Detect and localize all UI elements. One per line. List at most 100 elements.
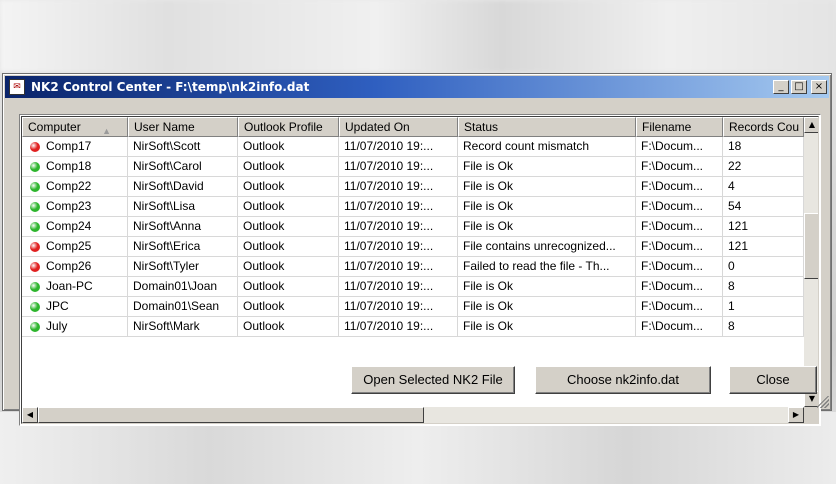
column-header-status[interactable]: Status [458,117,636,137]
cell-computer: Comp22 [22,177,128,196]
table-row[interactable]: Comp25 NirSoft\Erica Outlook 11/07/2010 19:… [22,237,804,257]
status-dot-icon [30,161,40,172]
cell-computer: Comp25 [22,237,128,256]
close-button[interactable]: Close [729,366,817,394]
computer-name: Comp18 [46,159,92,173]
cell-records-count: 54 [723,197,804,216]
cell-computer: Joan-PC [22,277,128,296]
cell-records-count: 22 [723,157,804,176]
column-header-filename[interactable]: Filename [636,117,723,137]
resize-grip-icon[interactable] [817,396,829,408]
cell-filename: F:\Docum... [636,197,723,216]
cell-status: File is Ok [458,217,636,236]
scroll-up-icon[interactable]: ▲ [804,117,818,133]
close-window-button[interactable]: × [811,80,827,94]
cell-outlook-profile: Outlook [238,257,339,276]
status-dot-icon [30,221,40,232]
scroll-right-icon[interactable]: ▶ [788,407,804,423]
cell-updated-on: 11/07/2010 19:... [339,317,458,336]
cell-outlook-profile: Outlook [238,177,339,196]
scrollbar-corner [804,407,818,423]
cell-records-count: 8 [723,317,804,336]
cell-status: File is Ok [458,157,636,176]
computer-name: Comp22 [46,179,92,193]
column-header-computer[interactable]: Computer ▲ [22,117,128,137]
cell-filename: F:\Docum... [636,277,723,296]
minimize-button[interactable]: _ [773,80,789,94]
cell-status: File is Ok [458,297,636,316]
vertical-scrollbar[interactable]: ▲ ▼ [804,117,818,407]
cell-user-name: Domain01\Joan [128,277,238,296]
status-dot-icon [30,141,40,152]
cell-filename: F:\Docum... [636,237,723,256]
table-row[interactable]: Comp23 NirSoft\Lisa Outlook 11/07/2010 19:.… [22,197,804,217]
column-header-records-count[interactable]: Records Cou [723,117,804,137]
table-row[interactable]: Comp17 NirSoft\Scott Outlook 11/07/2010 19:… [22,137,804,157]
cell-user-name: NirSoft\Carol [128,157,238,176]
cell-user-name: NirSoft\David [128,177,238,196]
cell-status: Failed to read the file - Th... [458,257,636,276]
cell-user-name: NirSoft\Scott [128,137,238,156]
table-row[interactable]: JPC Domain01\Sean Outlook 11/07/2010 19:...… [22,297,804,317]
cell-user-name: NirSoft\Mark [128,317,238,336]
horizontal-scrollbar[interactable]: ◀ ▶ [22,407,804,423]
cell-status: File is Ok [458,177,636,196]
vertical-scroll-thumb[interactable] [804,213,818,279]
column-header-outlook-profile[interactable]: Outlook Profile [238,117,339,137]
horizontal-scroll-thumb[interactable] [38,407,424,423]
computer-name: JPC [46,299,69,313]
status-dot-icon [30,321,40,332]
table-row[interactable]: Comp24 NirSoft\Anna Outlook 11/07/2010 19:.… [22,217,804,237]
cell-records-count: 0 [723,257,804,276]
table-row[interactable]: Comp18 NirSoft\Carol Outlook 11/07/2010 19:… [22,157,804,177]
cell-user-name: Domain01\Sean [128,297,238,316]
cell-records-count: 121 [723,237,804,256]
cell-status: File is Ok [458,317,636,336]
cell-outlook-profile: Outlook [238,317,339,336]
status-dot-icon [30,201,40,212]
sort-ascending-icon: ▲ [102,126,111,136]
table-row[interactable]: July NirSoft\Mark Outlook 11/07/2010 19:...… [22,317,804,337]
cell-computer: July [22,317,128,336]
list-rows: Comp17 NirSoft\Scott Outlook 11/07/2010 19:… [22,137,804,337]
status-dot-icon [30,281,40,292]
computer-name: Comp23 [46,199,92,213]
cell-outlook-profile: Outlook [238,237,339,256]
status-dot-icon [30,301,40,312]
status-dot-icon [30,241,40,252]
cell-filename: F:\Docum... [636,257,723,276]
scroll-left-icon[interactable]: ◀ [22,407,38,423]
cell-outlook-profile: Outlook [238,137,339,156]
table-row[interactable]: Comp26 NirSoft\Tyler Outlook 11/07/2010 19:… [22,257,804,277]
computer-name: July [46,319,68,333]
title-bar[interactable]: ✉ NK2 Control Center - F:\temp\nk2info.d… [5,76,829,98]
cell-computer: JPC [22,297,128,316]
cell-user-name: NirSoft\Tyler [128,257,238,276]
open-selected-nk2-file-button[interactable]: Open Selected NK2 File [351,366,515,394]
list-header: Computer ▲ User Name Outlook Profile Upd… [22,117,804,137]
table-row[interactable]: Joan-PC Domain01\Joan Outlook 11/07/2010 19… [22,277,804,297]
cell-records-count: 4 [723,177,804,196]
cell-updated-on: 11/07/2010 19:... [339,217,458,236]
computer-name: Joan-PC [46,279,93,293]
cell-user-name: NirSoft\Anna [128,217,238,236]
cell-computer: Comp17 [22,137,128,156]
cell-outlook-profile: Outlook [238,277,339,296]
cell-updated-on: 11/07/2010 19:... [339,137,458,156]
cell-filename: F:\Docum... [636,317,723,336]
column-header-user-name[interactable]: User Name [128,117,238,137]
computer-name: Comp17 [46,139,92,153]
column-header-updated-on[interactable]: Updated On [339,117,458,137]
cell-records-count: 18 [723,137,804,156]
cell-outlook-profile: Outlook [238,297,339,316]
maximize-button[interactable]: □ [791,80,807,94]
cell-outlook-profile: Outlook [238,217,339,236]
cell-computer: Comp23 [22,197,128,216]
status-dot-icon [30,181,40,192]
cell-updated-on: 11/07/2010 19:... [339,177,458,196]
window-title: NK2 Control Center - F:\temp\nk2info.dat [31,80,310,94]
table-row[interactable]: Comp22 NirSoft\David Outlook 11/07/2010 19:… [22,177,804,197]
cell-outlook-profile: Outlook [238,197,339,216]
cell-status: File is Ok [458,197,636,216]
choose-nk2info-button[interactable]: Choose nk2info.dat [535,366,711,394]
